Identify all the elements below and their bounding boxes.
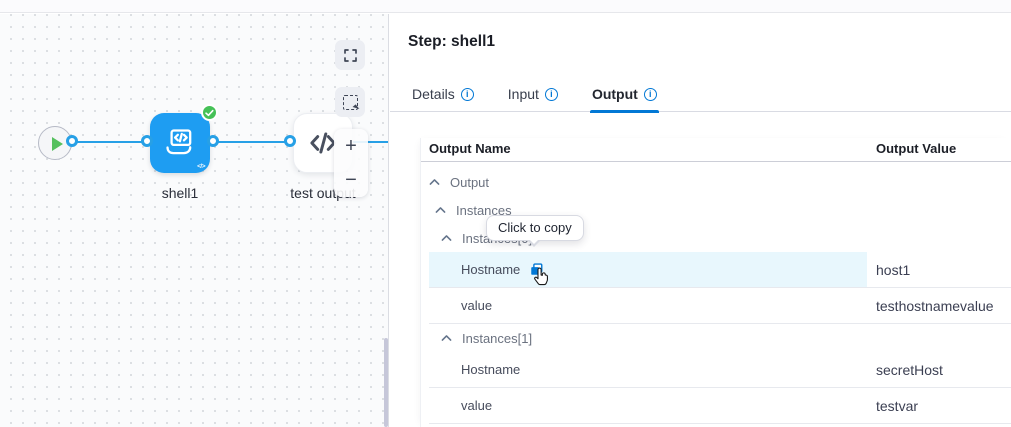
output-value-cell[interactable]: testhostnamevalue bbox=[876, 298, 994, 314]
output-value-cell[interactable]: host1 bbox=[876, 262, 910, 278]
group-label: Instances[1] bbox=[462, 331, 532, 346]
group-label: Output bbox=[450, 175, 489, 190]
info-icon[interactable]: i bbox=[461, 88, 474, 101]
output-value-cell[interactable]: testvar bbox=[876, 398, 918, 414]
success-badge-icon bbox=[201, 104, 218, 121]
output-name-cell: value bbox=[461, 298, 492, 313]
tab-bar: Details i Input i Output i bbox=[410, 76, 659, 112]
step-details-panel: Step: shell1 Details i Input i Output i … bbox=[390, 14, 1011, 427]
tab-label: Details bbox=[412, 86, 455, 102]
output-name-cell: Hostname bbox=[461, 362, 520, 377]
chevron-up-icon[interactable] bbox=[435, 206, 446, 214]
output-name-cell: Hostname bbox=[461, 262, 520, 277]
output-table-card: Output Name Output Value Output Instances… bbox=[420, 138, 1011, 427]
chevron-up-icon[interactable] bbox=[441, 334, 452, 342]
table-header: Output Name Output Value bbox=[421, 138, 1011, 162]
top-toolbar-strip bbox=[0, 0, 1011, 13]
node-label-shell1: shell1 bbox=[150, 185, 210, 201]
info-icon[interactable]: i bbox=[644, 88, 657, 101]
page-title: Step: shell1 bbox=[408, 33, 495, 51]
pipeline-canvas[interactable]: </> shell1 test output + − bbox=[0, 14, 389, 427]
tab-input[interactable]: Input i bbox=[506, 76, 560, 112]
chevron-up-icon[interactable] bbox=[441, 234, 452, 242]
code-badge-icon: </> bbox=[197, 163, 205, 170]
port-trigger-out[interactable] bbox=[66, 135, 78, 147]
tab-label: Input bbox=[508, 86, 539, 102]
tab-label: Output bbox=[592, 86, 638, 102]
tree-leaf-row[interactable]: Hostname secretHost bbox=[429, 352, 1011, 388]
tree-leaf-row[interactable]: value testvar bbox=[429, 388, 1011, 424]
node-shell1[interactable]: </> bbox=[150, 113, 210, 173]
output-tree-rows: OutputInstancesInstances[0]Hostnamehost1… bbox=[429, 162, 1011, 424]
tab-output[interactable]: Output i bbox=[590, 76, 659, 112]
tree-group-row[interactable]: Output bbox=[429, 168, 1011, 196]
marquee-select-button[interactable] bbox=[335, 87, 365, 117]
column-header-output-name: Output Name bbox=[429, 138, 511, 160]
canvas-scrollbar-thumb[interactable] bbox=[384, 338, 388, 427]
zoom-out-button[interactable]: − bbox=[334, 163, 368, 197]
shell-script-icon bbox=[162, 127, 198, 159]
tree-group-row[interactable]: Instances[1] bbox=[429, 324, 1011, 352]
port-test-in[interactable] bbox=[284, 135, 296, 147]
app-window: </> shell1 test output + − bbox=[0, 0, 1011, 427]
column-header-output-value: Output Value bbox=[876, 138, 956, 160]
port-shell1-in[interactable] bbox=[141, 135, 153, 147]
output-name-cell: value bbox=[461, 398, 492, 413]
selection-box-icon bbox=[343, 95, 358, 110]
port-shell1-out[interactable] bbox=[207, 135, 219, 147]
info-icon[interactable]: i bbox=[545, 88, 558, 101]
zoom-controls: + − bbox=[334, 129, 368, 197]
fullscreen-icon bbox=[343, 48, 358, 63]
tab-details[interactable]: Details i bbox=[410, 76, 476, 112]
tree-leaf-row[interactable]: Hostname host1 bbox=[429, 252, 1011, 288]
output-value-cell[interactable]: secretHost bbox=[876, 362, 943, 378]
play-icon bbox=[52, 137, 63, 151]
active-tab-underline bbox=[590, 110, 659, 113]
cursor-hand-icon bbox=[529, 264, 554, 290]
tree-leaf-row[interactable]: value testhostnamevalue bbox=[429, 288, 1011, 324]
copy-tooltip: Click to copy bbox=[486, 215, 584, 241]
zoom-in-button[interactable]: + bbox=[334, 129, 368, 163]
fit-view-button[interactable] bbox=[335, 40, 365, 70]
chevron-up-icon[interactable] bbox=[429, 178, 440, 186]
